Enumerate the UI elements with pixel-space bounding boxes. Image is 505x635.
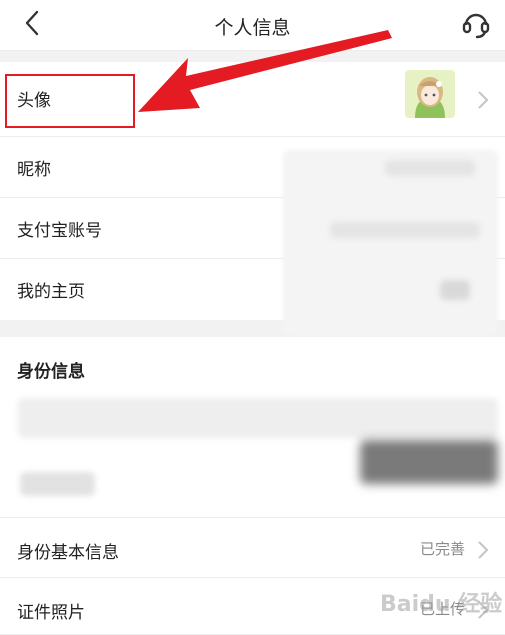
annotation-arrow-icon xyxy=(138,30,392,112)
